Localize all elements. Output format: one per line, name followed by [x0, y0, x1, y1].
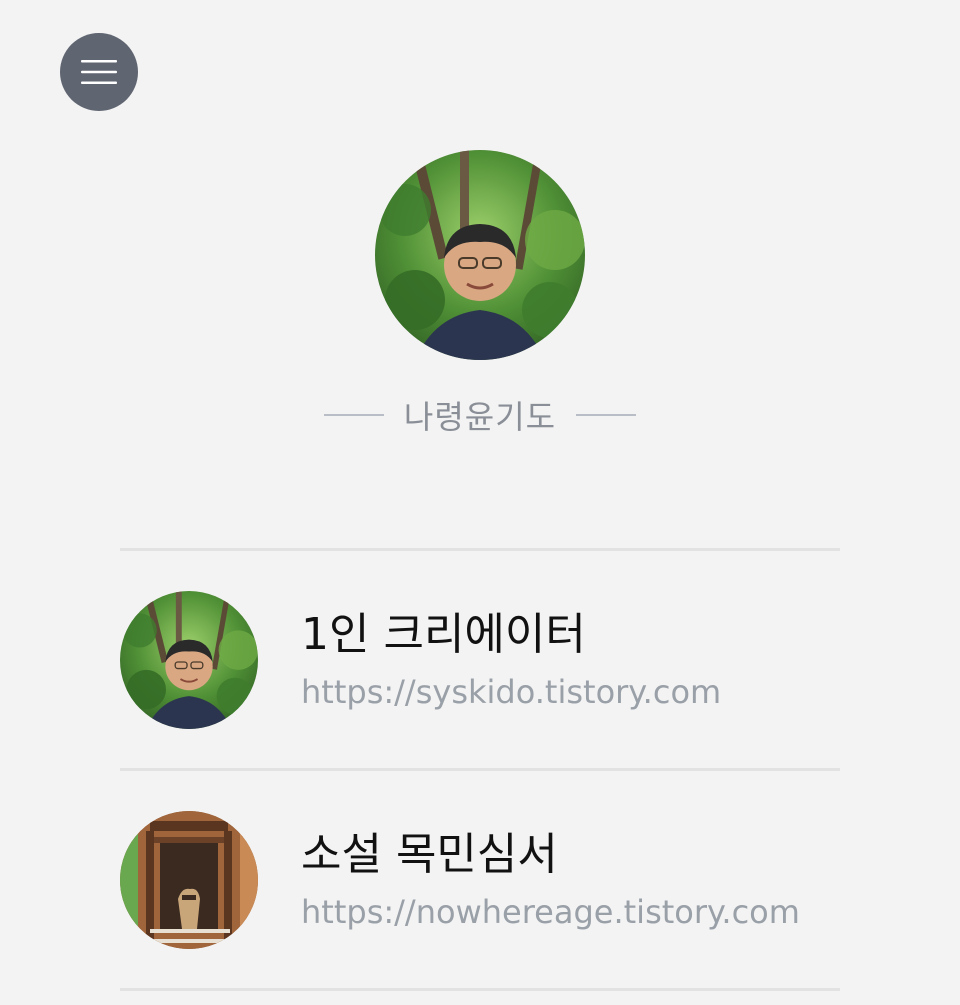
list-item-syskido[interactable]: 1인 크리에이터 https://syskido.tistory.com [120, 551, 840, 768]
link-url: https://nowhereage.tistory.com [301, 892, 800, 931]
link-thumbnail [120, 590, 258, 729]
hamburger-menu-icon [81, 60, 117, 84]
link-thumbnail [120, 810, 258, 949]
link-url: https://syskido.tistory.com [301, 672, 722, 711]
stable-horse-photo [120, 810, 258, 949]
profile-avatar[interactable] [375, 150, 585, 360]
link-title: 소설 목민심서 [301, 828, 558, 880]
profile-header: 나령윤기도 [0, 150, 960, 438]
blog-name: 나령윤기도 [403, 398, 557, 436]
profile-photo [120, 590, 258, 729]
blog-name-row: 나령윤기도 [0, 392, 960, 438]
list-divider [120, 988, 840, 991]
list-item-nowhereage[interactable]: 소설 목민심서 https://nowhereage.tistory.com [120, 771, 840, 988]
link-title: 1인 크리에이터 [301, 608, 586, 660]
menu-button[interactable] [60, 33, 138, 111]
link-text: 1인 크리에이터 https://syskido.tistory.com [301, 606, 721, 714]
divider-line-right [576, 414, 637, 416]
profile-photo [375, 150, 585, 360]
link-list: 1인 크리에이터 https://syskido.tistory.com 소설 … [120, 548, 840, 991]
link-text: 소설 목민심서 https://nowhereage.tistory.com [301, 826, 800, 934]
divider-line-left [323, 414, 384, 416]
